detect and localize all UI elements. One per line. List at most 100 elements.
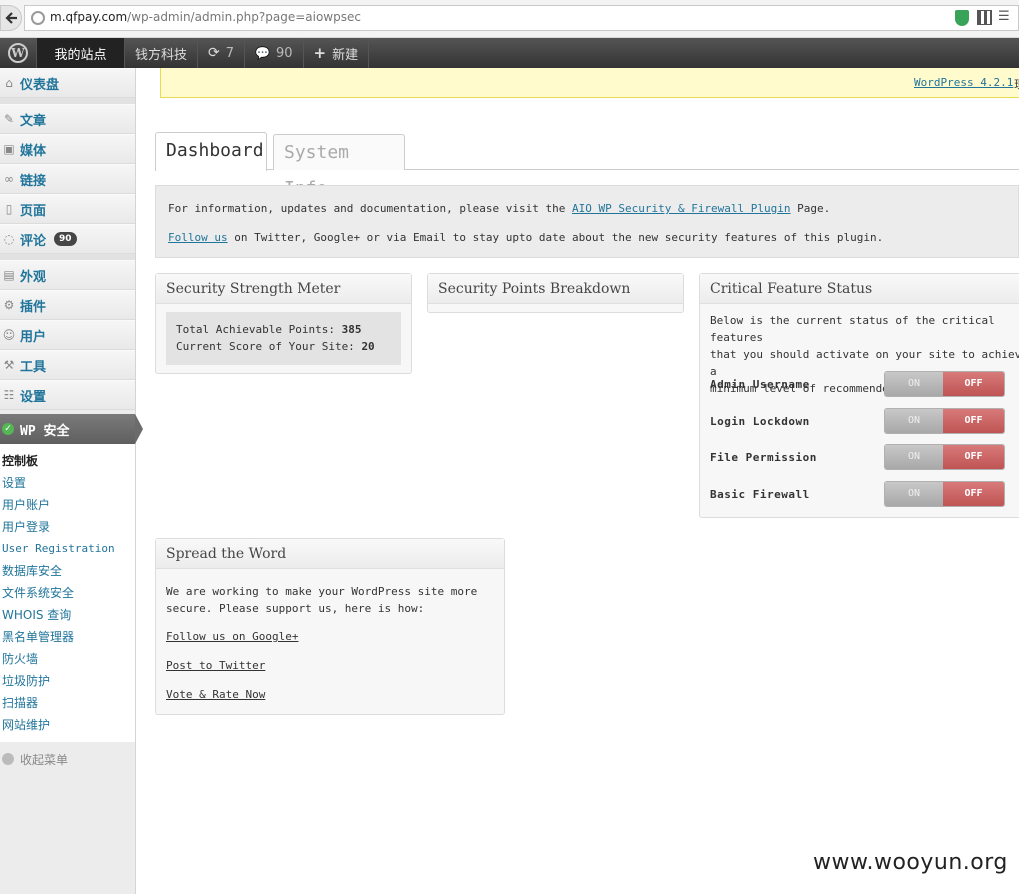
plugin-page-link[interactable]: AIO WP Security & Firewall Plugin bbox=[572, 202, 791, 215]
submenu-whois-lookup[interactable]: WHOIS 查询 bbox=[0, 604, 135, 626]
collapse-label: 收起菜单 bbox=[20, 752, 69, 767]
submenu-filesystem-security[interactable]: 文件系统安全 bbox=[0, 582, 135, 604]
menu-label: 评论 bbox=[20, 233, 47, 249]
spread-text-line: secure. Please support us, here is how: bbox=[166, 602, 425, 615]
menu-users[interactable]: ☺ 用户 bbox=[0, 320, 135, 350]
security-strength-meter-box: Security Strength Meter Total Achievable… bbox=[155, 273, 412, 374]
menu-posts[interactable]: ✎ 文章 bbox=[0, 104, 135, 134]
updates-count: 7 bbox=[225, 45, 235, 61]
submenu-database-security[interactable]: 数据库安全 bbox=[0, 560, 135, 582]
spread-text-line: We are working to make your WordPress si… bbox=[166, 585, 478, 598]
current-score-row: Current Score of Your Site: 20 bbox=[176, 338, 391, 355]
feature-label: Admin Username bbox=[710, 378, 810, 391]
menu-media[interactable]: ▣ 媒体 bbox=[0, 134, 135, 164]
comment-bubble-icon: 💬 bbox=[255, 46, 270, 60]
menu-tools[interactable]: ⚒ 工具 bbox=[0, 350, 135, 380]
qr-code-icon[interactable] bbox=[977, 10, 992, 25]
admin-username-toggle[interactable]: ON OFF bbox=[884, 371, 1005, 397]
submenu-user-accounts[interactable]: 用户账户 bbox=[0, 494, 135, 516]
submenu-maintenance[interactable]: 网站维护 bbox=[0, 714, 135, 736]
menu-wp-security[interactable]: ✓ WP 安全 bbox=[0, 414, 143, 444]
site-name-menu[interactable]: 钱方科技 bbox=[125, 38, 199, 68]
menu-dashboard[interactable]: ⌂ 仪表盘 bbox=[0, 68, 135, 98]
menu-label: 用户 bbox=[20, 329, 47, 345]
wordpress-version-link[interactable]: WordPress 4.2.1 bbox=[914, 76, 1013, 89]
menu-settings[interactable]: ☷ 设置 bbox=[0, 380, 135, 410]
total-points-value: 385 bbox=[341, 323, 362, 336]
comments-badge: 90 bbox=[54, 232, 77, 246]
basic-firewall-toggle[interactable]: ON OFF bbox=[884, 481, 1005, 507]
toggle-on: ON bbox=[885, 445, 943, 469]
comments-menu[interactable]: 💬 90 bbox=[245, 38, 304, 68]
login-lockdown-toggle[interactable]: ON OFF bbox=[884, 408, 1005, 434]
box-title: Security Strength Meter bbox=[156, 274, 411, 304]
menu-label: 设置 bbox=[20, 389, 47, 405]
toggle-on: ON bbox=[885, 409, 943, 433]
menu-links[interactable]: ∞ 链接 bbox=[0, 164, 135, 194]
info-line-2: Follow us on Twitter, Google+ or via Ema… bbox=[168, 231, 883, 244]
back-arrow-icon bbox=[5, 12, 17, 24]
total-points-row: Total Achievable Points: 385 bbox=[176, 321, 391, 338]
comment-icon: ◌ bbox=[3, 232, 15, 246]
link-icon: ∞ bbox=[4, 172, 14, 186]
vote-rate-link[interactable]: Vote & Rate Now bbox=[166, 688, 265, 701]
globe-icon bbox=[31, 11, 45, 25]
notice-tail-text: 现 bbox=[1014, 76, 1019, 92]
menu-icon[interactable]: ☰ bbox=[998, 9, 1010, 24]
toggle-off: OFF bbox=[943, 372, 1004, 396]
update-notice: WordPress 4.2.1 现 bbox=[160, 68, 1019, 98]
tab-dashboard[interactable]: Dashboard bbox=[155, 132, 267, 171]
submenu-scanner[interactable]: 扫描器 bbox=[0, 692, 135, 714]
spread-the-word-box: Spread the Word We are working to make y… bbox=[155, 538, 505, 715]
menu-comments[interactable]: ◌ 评论 90 bbox=[0, 224, 135, 254]
follow-us-link[interactable]: Follow us bbox=[168, 231, 228, 244]
collapse-menu-button[interactable]: 收起菜单 bbox=[0, 742, 135, 776]
toggle-on: ON bbox=[885, 372, 943, 396]
wp-logo-menu[interactable]: W bbox=[0, 38, 37, 68]
admin-sidebar: ⌂ 仪表盘 ✎ 文章 ▣ 媒体 ∞ 链接 ▯ 页面 ◌ 评论 90 ▤ 外观 ⚙ 插件 ☺ 用户 ⚒… bbox=[0, 68, 143, 894]
security-shield-icon[interactable] bbox=[955, 10, 969, 26]
wp-admin-bar: W 我的站点 钱方科技 ⟳ 7 💬 90 + 新建 bbox=[0, 38, 1019, 68]
info-text: For information, updates and documentati… bbox=[168, 202, 566, 215]
feature-row-login-lockdown: Login Lockdown ON OFF bbox=[710, 408, 1019, 434]
box-title: Spread the Word bbox=[156, 539, 504, 569]
new-content-menu[interactable]: + 新建 bbox=[304, 38, 370, 68]
critical-feature-status-box: Critical Feature Status Below is the cur… bbox=[699, 273, 1019, 518]
nav-tabs: Dashboard System Info bbox=[155, 132, 1019, 199]
comments-count: 90 bbox=[275, 45, 293, 61]
my-sites-menu[interactable]: 我的站点 bbox=[37, 38, 125, 68]
follow-google-plus-link[interactable]: Follow us on Google+ bbox=[166, 630, 298, 643]
security-points-breakdown-box: Security Points Breakdown bbox=[427, 273, 684, 313]
menu-label: 文章 bbox=[20, 113, 47, 129]
post-to-twitter-link[interactable]: Post to Twitter bbox=[166, 659, 265, 672]
submenu-firewall[interactable]: 防火墙 bbox=[0, 648, 135, 670]
submenu-dashboard[interactable]: 控制板 bbox=[0, 450, 135, 472]
menu-pages[interactable]: ▯ 页面 bbox=[0, 194, 135, 224]
tools-icon: ⚒ bbox=[3, 358, 15, 372]
menu-label: 媒体 bbox=[20, 143, 47, 159]
collapse-arrow-icon bbox=[2, 753, 14, 765]
updates-menu[interactable]: ⟳ 7 bbox=[198, 38, 246, 68]
submenu-user-registration[interactable]: User Registration bbox=[0, 538, 135, 560]
info-box: For information, updates and documentati… bbox=[155, 185, 1019, 258]
submenu-blacklist-manager[interactable]: 黑名单管理器 bbox=[0, 626, 135, 648]
file-permission-toggle[interactable]: ON OFF bbox=[884, 444, 1005, 470]
submenu-spam-prevention[interactable]: 垃圾防护 bbox=[0, 670, 135, 692]
menu-appearance[interactable]: ▤ 外观 bbox=[0, 260, 135, 290]
menu-plugins[interactable]: ⚙ 插件 bbox=[0, 290, 135, 320]
submenu-user-login[interactable]: 用户登录 bbox=[0, 516, 135, 538]
back-button[interactable] bbox=[0, 5, 22, 31]
info-text: on Twitter, Google+ or via Email to stay… bbox=[234, 231, 884, 244]
wp-security-submenu: 控制板 设置 用户账户 用户登录 User Registration 数据库安全… bbox=[0, 444, 135, 742]
refresh-icon: ⟳ bbox=[208, 45, 220, 61]
menu-label: 工具 bbox=[20, 359, 47, 375]
submenu-settings[interactable]: 设置 bbox=[0, 472, 135, 494]
settings-icon: ☷ bbox=[3, 388, 15, 402]
tab-system-info[interactable]: System Info bbox=[273, 134, 405, 199]
browser-address-bar: m.qfpay.com/wp-admin/admin.php?page=aiow… bbox=[0, 0, 1019, 38]
url-field[interactable]: m.qfpay.com/wp-admin/admin.php?page=aiow… bbox=[24, 5, 1019, 31]
feature-label: File Permission bbox=[710, 451, 817, 464]
menu-label: WP 安全 bbox=[20, 423, 70, 439]
strength-meter-panel: Total Achievable Points: 385 Current Sco… bbox=[166, 312, 401, 365]
security-shield-icon: ✓ bbox=[2, 423, 14, 435]
